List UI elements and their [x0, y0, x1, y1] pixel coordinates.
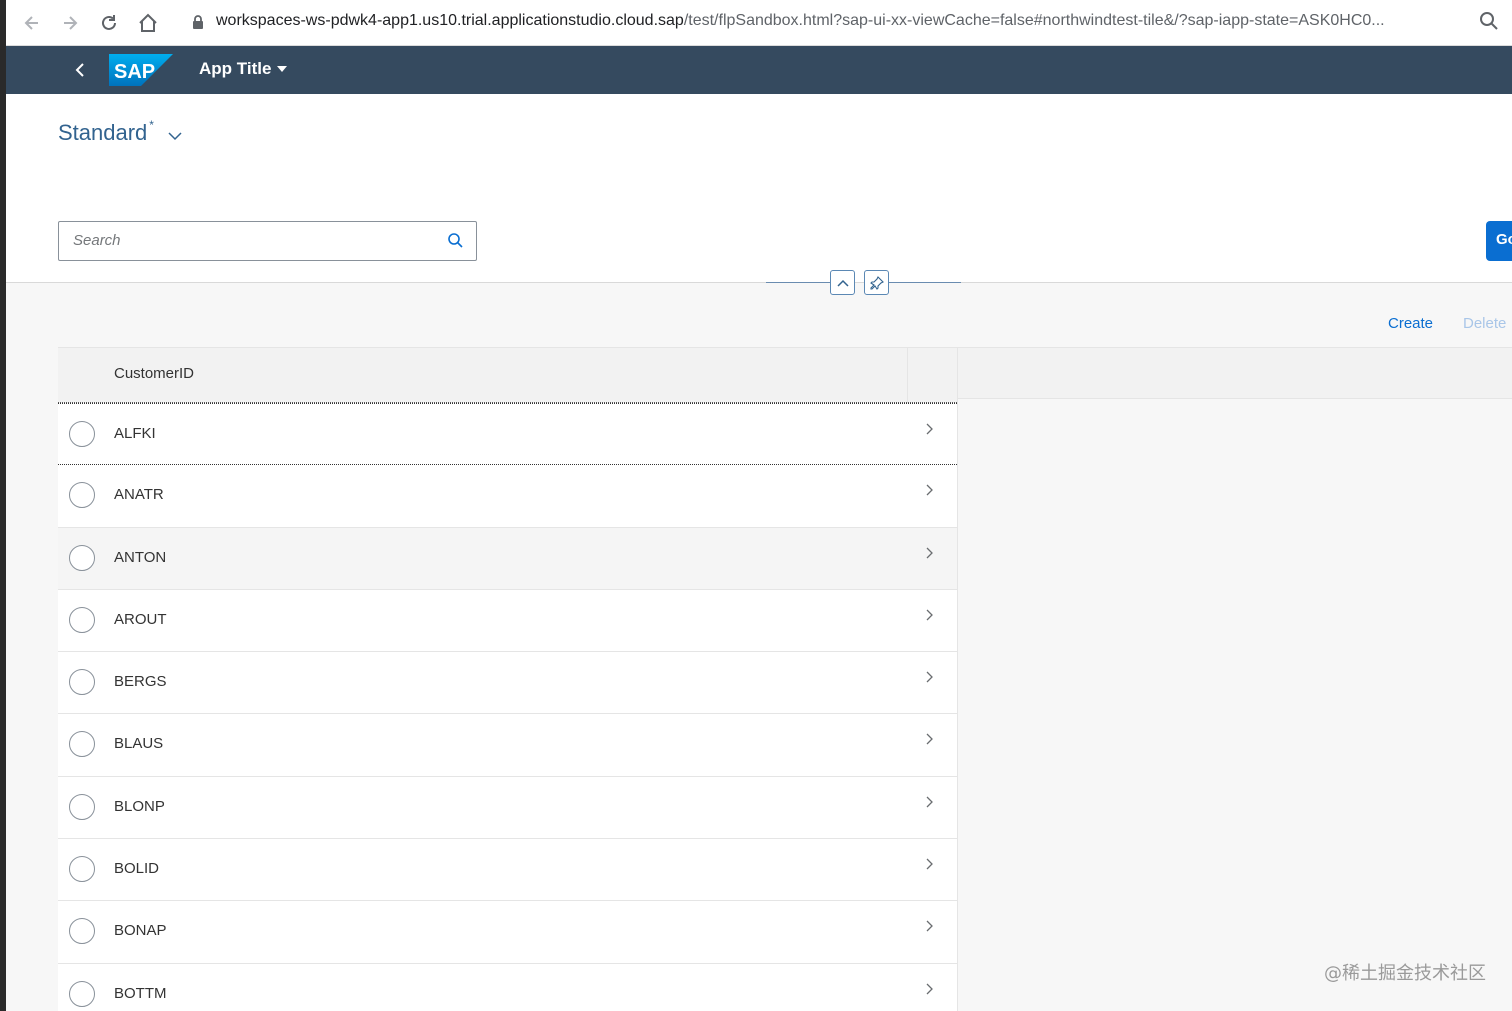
- app-window: workspaces-ws-pdwk4-app1.us10.trial.appl…: [6, 0, 1512, 1011]
- chevron-right-icon[interactable]: [924, 422, 934, 436]
- url-host: workspaces-ws-pdwk4-app1.us10.trial.appl…: [216, 12, 684, 29]
- row-customerid: BERGS: [114, 673, 167, 691]
- column-separator: [907, 348, 908, 403]
- row-select-radio[interactable]: [69, 669, 95, 696]
- chevron-right-icon[interactable]: [924, 732, 934, 746]
- variant-management[interactable]: Standard *: [58, 118, 182, 146]
- row-select-radio[interactable]: [69, 980, 95, 1007]
- row-select-radio[interactable]: [69, 731, 95, 758]
- go-button[interactable]: Go: [1486, 221, 1512, 261]
- chevron-right-icon[interactable]: [924, 483, 934, 497]
- shell-back-button[interactable]: [66, 56, 94, 84]
- chevron-left-icon: [75, 63, 84, 77]
- table-row[interactable]: BERGS: [58, 652, 957, 715]
- chevron-right-icon[interactable]: [924, 546, 934, 560]
- table-row[interactable]: BONAP: [58, 901, 957, 964]
- variant-modified-indicator: *: [149, 118, 154, 132]
- search-input[interactable]: [73, 232, 433, 249]
- chevron-right-icon[interactable]: [924, 795, 934, 809]
- browser-reload-icon[interactable]: [95, 9, 123, 37]
- table-body: ALFKI ANATR ANTON AROUT BERGS BLAUS BLONP BOLID…: [58, 403, 957, 1011]
- search-icon[interactable]: [446, 231, 466, 251]
- row-select-radio[interactable]: [69, 606, 95, 633]
- variant-title: Standard: [58, 120, 148, 145]
- caret-down-icon: [277, 66, 288, 72]
- row-customerid: AROUT: [114, 610, 167, 628]
- browser-home-icon[interactable]: [134, 9, 162, 37]
- app-title: App Title: [199, 59, 272, 78]
- table-row[interactable]: BLONP: [58, 776, 957, 840]
- row-customerid: ALFKI: [114, 425, 156, 442]
- delete-button[interactable]: Delete: [1463, 315, 1506, 332]
- svg-text:SAP: SAP: [114, 61, 155, 83]
- address-bar[interactable]: workspaces-ws-pdwk4-app1.us10.trial.appl…: [216, 12, 1456, 30]
- chevron-down-icon: [168, 132, 182, 141]
- row-customerid: BOLID: [114, 860, 160, 878]
- table-row[interactable]: ALFKI: [58, 403, 957, 466]
- row-customerid: ANTON: [114, 548, 167, 566]
- row-select-radio[interactable]: [69, 793, 95, 820]
- table-row[interactable]: ANATR: [58, 465, 957, 528]
- row-select-radio[interactable]: [69, 421, 95, 447]
- row-customerid: BOTTM: [114, 984, 167, 1002]
- table-row[interactable]: BLAUS: [58, 714, 957, 777]
- sap-logo[interactable]: SAP: [109, 54, 173, 86]
- row-select-radio[interactable]: [69, 918, 95, 945]
- app-title-menu[interactable]: App Title: [199, 59, 288, 79]
- row-select-radio[interactable]: [69, 544, 95, 571]
- row-select-radio[interactable]: [69, 482, 95, 509]
- pin-icon: [869, 275, 884, 290]
- watermark: @稀土掘金技术社区: [1324, 963, 1486, 984]
- chevron-up-icon: [836, 279, 849, 287]
- header-toggle-divider: [889, 282, 961, 283]
- chevron-right-icon[interactable]: [924, 608, 934, 622]
- chevron-right-icon[interactable]: [924, 857, 934, 871]
- chevron-right-icon[interactable]: [924, 982, 934, 996]
- row-customerid: ANATR: [114, 486, 164, 504]
- browser-toolbar: workspaces-ws-pdwk4-app1.us10.trial.appl…: [6, 0, 1512, 46]
- table-row[interactable]: BOTTM: [58, 963, 957, 1011]
- row-customerid: BLAUS: [114, 735, 164, 753]
- shell-bar: SAP App Title: [6, 46, 1512, 94]
- table-column-header: CustomerID: [58, 347, 957, 403]
- zoom-icon[interactable]: [1478, 10, 1500, 37]
- create-button[interactable]: Create: [1388, 315, 1433, 332]
- lock-icon: [192, 14, 204, 35]
- browser-forward-icon[interactable]: [56, 9, 84, 37]
- table-row[interactable]: AROUT: [58, 589, 957, 653]
- url-path: /test/flpSandbox.html?sap-ui-xx-viewCach…: [683, 12, 1385, 29]
- dynamic-page-header: Standard * Go: [6, 94, 1512, 283]
- chevron-right-icon[interactable]: [924, 670, 934, 684]
- row-customerid: BLONP: [114, 797, 165, 815]
- row-customerid: BONAP: [114, 922, 167, 940]
- column-header-customerid[interactable]: CustomerID: [114, 365, 194, 382]
- table-row[interactable]: ANTON: [58, 527, 957, 590]
- collapse-header-button[interactable]: [830, 270, 855, 295]
- search-field[interactable]: [58, 221, 477, 261]
- browser-back-icon[interactable]: [18, 9, 46, 37]
- row-select-radio[interactable]: [69, 856, 95, 883]
- table-row[interactable]: BOLID: [58, 839, 957, 902]
- header-toggle-divider: [766, 282, 836, 283]
- pin-header-button[interactable]: [864, 270, 889, 295]
- detail-pane-header: [957, 347, 1512, 399]
- chevron-right-icon[interactable]: [924, 919, 934, 933]
- detail-pane: [957, 399, 1512, 1011]
